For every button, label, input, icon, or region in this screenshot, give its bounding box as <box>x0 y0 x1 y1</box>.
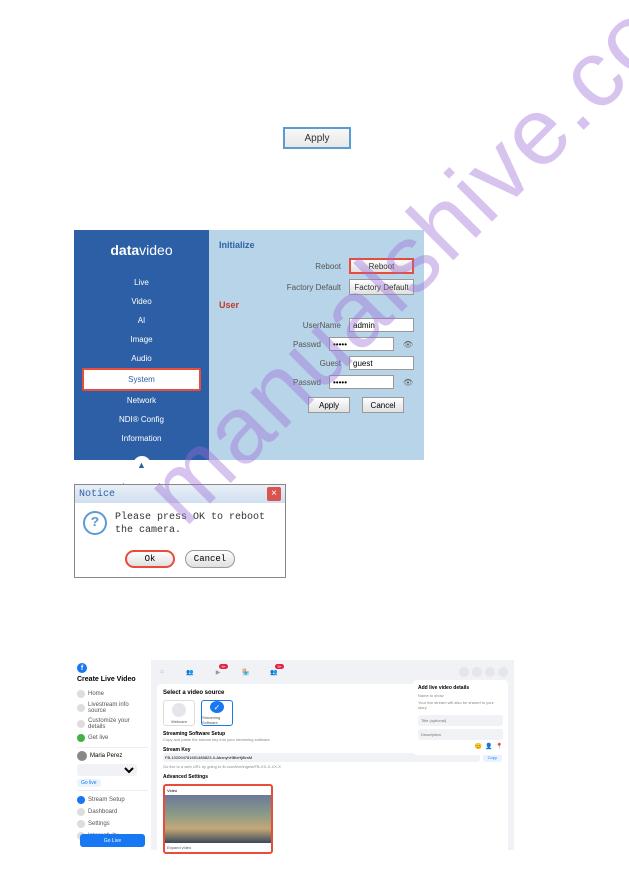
facebook-logo-icon[interactable]: f <box>77 663 87 673</box>
fb-details-card: Add live video details Name to show Your… <box>413 680 508 755</box>
nav-live[interactable]: Live <box>74 273 209 292</box>
go-live-button[interactable]: Go Live <box>80 834 145 847</box>
fb-item-source[interactable]: Livestream info source <box>77 700 148 716</box>
groups-icon[interactable]: 👥9+ <box>269 667 279 677</box>
eye-icon-2[interactable]: 👁 <box>402 376 414 388</box>
post-target-select[interactable] <box>77 764 137 776</box>
fb-sidebar: f Create Live Video Home Livestream info… <box>74 660 151 850</box>
guest-label: Guest <box>286 359 341 368</box>
messenger-icon[interactable] <box>472 667 482 677</box>
fb-item-details[interactable]: Customize your details <box>77 716 148 732</box>
fb-item-home[interactable]: Home <box>77 688 148 700</box>
location-icon[interactable]: 📍 <box>496 743 503 750</box>
apply-button[interactable]: Apply <box>308 397 350 413</box>
nav-audio[interactable]: Audio <box>74 349 209 368</box>
emoji-icon[interactable]: 😊 <box>475 743 482 750</box>
camera-content: Initialize Reboot Reboot Factory Default… <box>209 230 424 460</box>
expand-video[interactable]: Expand video <box>165 843 271 852</box>
camera-settings-panel: datavideo Live Video AI Image Audio Syst… <box>74 230 424 460</box>
factory-default-button[interactable]: Factory Default <box>349 279 414 295</box>
datavideo-logo: datavideo <box>74 242 209 258</box>
fb-page-title: Create Live Video <box>77 676 148 683</box>
video-preview-box: Video Expand video <box>163 784 273 854</box>
question-icon: ? <box>83 511 107 535</box>
nav-system[interactable]: System <box>82 368 201 391</box>
eye-icon[interactable]: 👁 <box>402 338 414 350</box>
details-note: Your live stream will also be shared to … <box>418 700 503 710</box>
fb-topbar: ⌂ 👥 ▶9+ 🏪 👥9+ <box>157 666 508 678</box>
passwd-input[interactable] <box>329 337 394 351</box>
nav-image[interactable]: Image <box>74 330 209 349</box>
account-icon[interactable] <box>498 667 508 677</box>
camera-sidebar: datavideo Live Video AI Image Audio Syst… <box>74 230 209 460</box>
guest-input[interactable] <box>349 356 414 370</box>
check-icon: ✓ <box>210 701 224 713</box>
video-preview[interactable] <box>165 795 271 843</box>
notice-title: Notice <box>79 489 115 500</box>
profile-name: Maria Perez <box>90 753 122 759</box>
avatar-icon <box>77 751 87 761</box>
advanced-settings[interactable]: Advanced Settings <box>163 774 502 780</box>
home-icon[interactable]: ⌂ <box>157 667 167 677</box>
passwd-label: Passwd <box>266 340 321 349</box>
ptz-up[interactable]: ▲ <box>133 456 151 474</box>
notifications-icon[interactable] <box>485 667 495 677</box>
user-title: User <box>219 300 414 310</box>
details-sub: Name to show <box>418 693 503 698</box>
menu-icon[interactable] <box>459 667 469 677</box>
watch-icon[interactable]: ▶9+ <box>213 667 223 677</box>
close-icon[interactable]: × <box>267 487 281 501</box>
fb-profile[interactable]: Maria Perez <box>77 751 148 761</box>
passwd2-input[interactable] <box>329 375 394 389</box>
person-tag-icon[interactable]: 👤 <box>485 743 492 750</box>
go-live-tag: Go live <box>77 779 101 787</box>
stream-hint: Go live to a web URL by going to fb.com/… <box>163 764 502 769</box>
fb-dashboard[interactable]: Dashboard <box>77 806 148 818</box>
notice-text: Please press OK to reboot the camera. <box>115 511 277 537</box>
notice-dialog: Notice × ? Please press OK to reboot the… <box>74 484 286 578</box>
facebook-live-panel: f Create Live Video Home Livestream info… <box>74 660 514 850</box>
username-label: UserName <box>286 321 341 330</box>
cancel-button-dialog[interactable]: Cancel <box>185 550 235 568</box>
fb-settings[interactable]: Settings <box>77 818 148 830</box>
reboot-button[interactable]: Reboot <box>349 258 414 274</box>
nav-video[interactable]: Video <box>74 292 209 311</box>
reboot-label: Reboot <box>286 262 341 271</box>
details-title: Add live video details <box>418 685 503 691</box>
webcam-icon <box>172 703 186 717</box>
marketplace-icon[interactable]: 🏪 <box>241 667 251 677</box>
description-input[interactable] <box>418 729 503 740</box>
nav-network[interactable]: Network <box>74 391 209 410</box>
fb-stream-setup[interactable]: Stream Setup <box>77 794 148 806</box>
source-streaming-software[interactable]: ✓ Streaming Software <box>201 700 233 726</box>
cancel-button[interactable]: Cancel <box>362 397 404 413</box>
ok-button[interactable]: Ok <box>125 550 175 568</box>
nav-ndi-config[interactable]: NDI® Config <box>74 410 209 429</box>
passwd2-label: Passwd <box>266 378 321 387</box>
username-input[interactable] <box>349 318 414 332</box>
fb-main: ⌂ 👥 ▶9+ 🏪 👥9+ Select a video source We <box>151 660 514 850</box>
nav-information[interactable]: Information <box>74 429 209 448</box>
nav-ai[interactable]: AI <box>74 311 209 330</box>
factory-default-label: Factory Default <box>286 283 341 292</box>
initialize-title: Initialize <box>219 240 414 250</box>
apply-button-top[interactable]: Apply <box>283 127 351 149</box>
title-input[interactable] <box>418 715 503 726</box>
fb-item-golive[interactable]: Get live <box>77 732 148 744</box>
friends-icon[interactable]: 👥 <box>185 667 195 677</box>
video-label: Video <box>165 786 271 795</box>
notice-titlebar: Notice × <box>75 485 285 503</box>
source-webcam[interactable]: Webcam <box>163 700 195 726</box>
